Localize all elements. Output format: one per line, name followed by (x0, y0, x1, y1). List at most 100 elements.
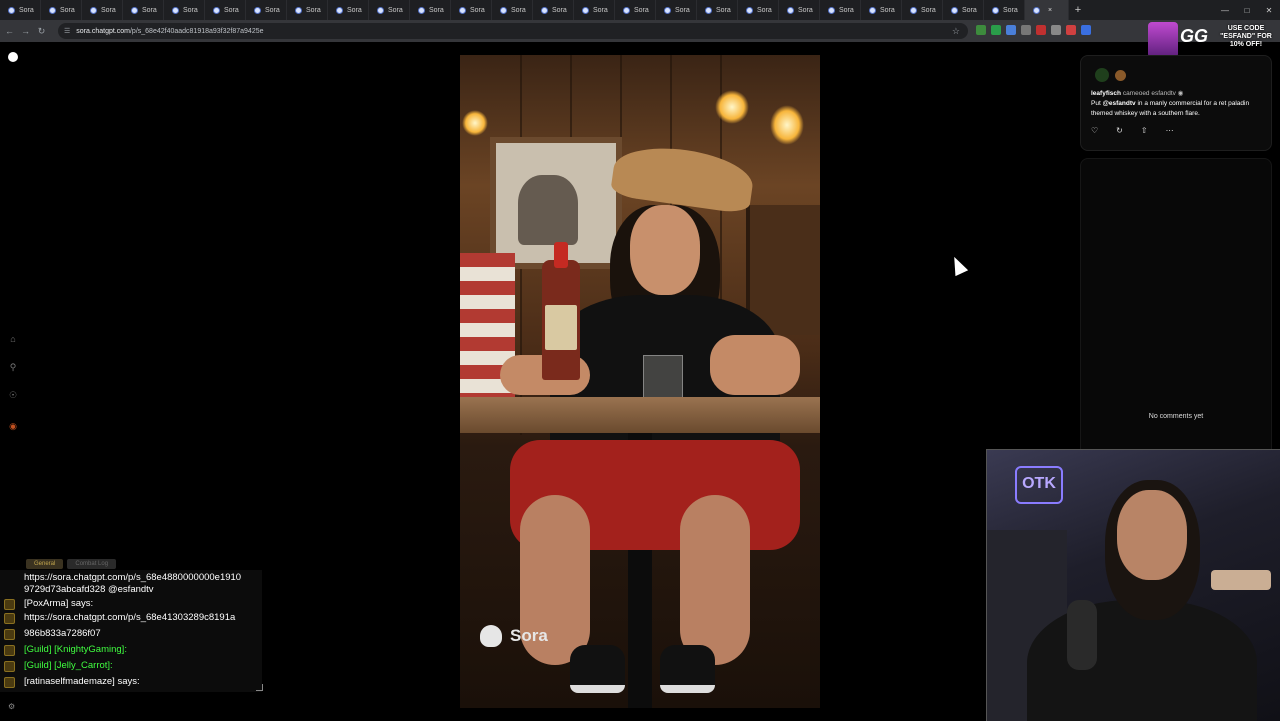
settings-icon[interactable]: ⚙ (8, 702, 15, 711)
chat-tab[interactable]: General (26, 559, 64, 569)
tab-title: Sora (757, 6, 772, 14)
site-info-icon[interactable]: ☰ (64, 27, 70, 35)
maximize-icon[interactable]: □ (1236, 6, 1258, 15)
browser-tab[interactable]: Sora (943, 0, 984, 20)
tab-title: Sora (429, 6, 444, 14)
video-player[interactable]: Sora (460, 55, 820, 708)
more-options-icon[interactable]: ⋯ (1166, 126, 1174, 135)
browser-tab[interactable]: Sora (656, 0, 697, 20)
browser-tab[interactable]: Sora (123, 0, 164, 20)
chat-channel-icon (4, 645, 15, 656)
streamer-webcam: OTK (986, 449, 1280, 721)
extension-icon[interactable] (1066, 25, 1076, 35)
tab-title: Sora (716, 6, 731, 14)
browser-tab[interactable]: Sora (984, 0, 1025, 20)
browser-tab[interactable]: Sora (451, 0, 492, 20)
tab-favicon-icon (992, 6, 999, 14)
browser-tab[interactable]: Sora (861, 0, 902, 20)
bottle-label (545, 305, 577, 350)
author-avatar[interactable] (1095, 68, 1109, 82)
new-tab-icon[interactable]: + (1069, 4, 1087, 16)
browser-tab[interactable]: × (1025, 0, 1069, 20)
browser-tab[interactable]: Sora (328, 0, 369, 20)
lantern (715, 90, 749, 124)
remix-icon[interactable]: ↻ (1116, 126, 1123, 135)
chat-message: [PoxArma] says: (24, 598, 94, 609)
browser-tab[interactable]: Sora (492, 0, 533, 20)
browser-tab[interactable]: Sora (205, 0, 246, 20)
tab-title: Sora (1003, 6, 1018, 14)
tab-favicon-icon (623, 6, 630, 14)
browser-toolbar: ← → ↻ ☰ sora.chatgpt.com /p/s_68e42f40aa… (0, 20, 1280, 42)
neon-sign: OTK (1015, 466, 1063, 504)
browser-tab[interactable]: Sora (902, 0, 943, 20)
address-bar[interactable]: ☰ sora.chatgpt.com /p/s_68e42f40aadc8191… (58, 23, 968, 39)
browser-tab[interactable]: Sora (574, 0, 615, 20)
tab-title: Sora (675, 6, 690, 14)
tab-title: Sora (839, 6, 854, 14)
browser-tab[interactable]: Sora (820, 0, 861, 20)
browser-tab[interactable]: Sora (738, 0, 779, 20)
chat-channel-icon (4, 599, 15, 610)
profile-icon[interactable]: ◉ (8, 421, 18, 431)
extension-icon[interactable] (1036, 25, 1046, 35)
search-icon[interactable]: ⚲ (8, 362, 18, 372)
tab-title: Sora (593, 6, 608, 14)
close-window-icon[interactable]: ✕ (1258, 6, 1280, 15)
tab-title: Sora (265, 6, 280, 14)
browser-tab[interactable]: Sora (615, 0, 656, 20)
notifications-icon[interactable]: ☉ (8, 390, 18, 400)
chat-channel-icon (4, 629, 15, 640)
chat-resize-handle[interactable] (256, 684, 263, 691)
browser-tab[interactable]: Sora (410, 0, 451, 20)
back-icon[interactable]: ← (3, 26, 16, 36)
tab-title: Sora (552, 6, 567, 14)
tab-favicon-icon (664, 6, 671, 14)
browser-tab[interactable]: Sora (41, 0, 82, 20)
post-action: cameoed esfandtv (1122, 90, 1176, 97)
like-icon[interactable]: ♡ (1091, 126, 1098, 135)
bookmark-star-icon[interactable]: ☆ (952, 26, 960, 37)
cameo-avatar[interactable] (1115, 70, 1126, 81)
close-tab-icon[interactable]: × (1048, 7, 1052, 14)
browser-tab[interactable]: Sora (779, 0, 820, 20)
browser-tab[interactable]: Sora (369, 0, 410, 20)
tab-title: Sora (511, 6, 526, 14)
tab-title: Sora (798, 6, 813, 14)
minimize-icon[interactable]: — (1214, 6, 1236, 15)
tab-favicon-icon (541, 6, 548, 14)
reload-icon[interactable]: ↻ (35, 26, 48, 37)
extension-icon[interactable] (1051, 25, 1061, 35)
chat-channel-icon (4, 613, 15, 624)
browser-tab[interactable]: Sora (287, 0, 328, 20)
tab-title: Sora (306, 6, 321, 14)
browser-tab[interactable]: Sora (82, 0, 123, 20)
home-icon[interactable]: ⌂ (8, 334, 18, 344)
window-controls: — □ ✕ (1214, 0, 1280, 20)
share-icon[interactable]: ⇧ (1141, 126, 1148, 135)
verified-icon: ◉ (1177, 90, 1184, 97)
browser-tab[interactable]: Sora (164, 0, 205, 20)
browser-tab[interactable]: Sora (697, 0, 738, 20)
tab-favicon-icon (787, 6, 794, 14)
forward-icon[interactable]: → (19, 26, 32, 36)
person-leg (680, 495, 750, 665)
tab-favicon-icon (213, 6, 220, 14)
author-name[interactable]: leafyfisch (1091, 90, 1121, 97)
chat-tab[interactable]: Combat Log (67, 559, 117, 569)
browser-tab[interactable]: Sora (246, 0, 287, 20)
browser-tab[interactable]: Sora (0, 0, 41, 20)
sora-logo-icon[interactable] (8, 52, 18, 62)
extension-icon[interactable] (1021, 25, 1031, 35)
caption-mention[interactable]: @esfandtv (1103, 100, 1136, 107)
extension-icon[interactable] (1081, 25, 1091, 35)
extension-icon[interactable] (1006, 25, 1016, 35)
tab-favicon-icon (418, 6, 425, 14)
extension-icon[interactable] (976, 25, 986, 35)
extension-icon[interactable] (991, 25, 1001, 35)
game-chat-window: https://sora.chatgpt.com/p/s_68e48800000… (0, 570, 262, 692)
extensions-bar (976, 25, 1091, 35)
chat-message: [Guild] [KnightyGaming]: (24, 644, 127, 655)
tab-title: Sora (880, 6, 895, 14)
browser-tab[interactable]: Sora (533, 0, 574, 20)
